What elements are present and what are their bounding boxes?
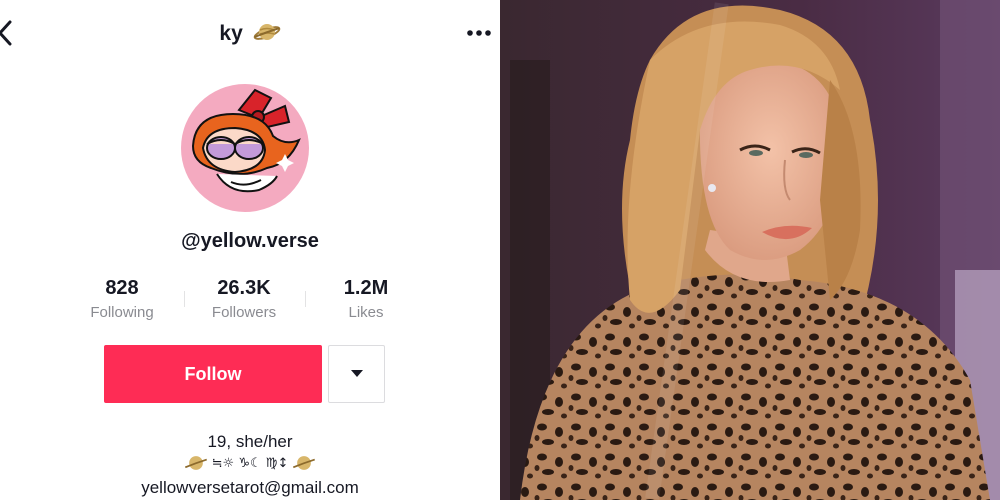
suggested-accounts-button[interactable] bbox=[328, 345, 385, 403]
avatar-image bbox=[181, 84, 309, 212]
caret-down-icon bbox=[350, 370, 363, 377]
stat-value: 828 bbox=[105, 277, 139, 299]
more-options-icon[interactable] bbox=[464, 22, 494, 44]
username: @yellow.verse bbox=[181, 230, 319, 252]
bio-symbols: ≒☼ ♑☾ ♍↕ bbox=[0, 450, 500, 476]
stat-label: Likes bbox=[348, 304, 384, 321]
stat-following[interactable]: 828 Following bbox=[62, 276, 182, 321]
stat-likes[interactable]: 1.2M Likes bbox=[306, 276, 426, 321]
stat-followers[interactable]: 26.3K Followers bbox=[184, 276, 304, 321]
profile-screen: ky @yellow.verse 828 Following 26.3K Fol… bbox=[0, 0, 500, 500]
stat-label: Followers bbox=[211, 304, 277, 321]
bio-symbols-text: ≒☼ ♑☾ ♍↕ bbox=[211, 455, 289, 471]
profile-header: ky bbox=[0, 20, 500, 46]
profile-title: ky bbox=[219, 22, 243, 45]
stat-label: Following bbox=[90, 304, 154, 321]
planet-icon bbox=[184, 456, 207, 470]
bio-email: yellowversetarot@gmail.com bbox=[141, 478, 359, 497]
bio-text: 19, she/her bbox=[207, 432, 293, 451]
follow-button[interactable]: Follow bbox=[104, 345, 322, 403]
portrait-image bbox=[500, 0, 1000, 500]
avatar[interactable] bbox=[181, 84, 309, 212]
portrait-photo bbox=[500, 0, 1000, 500]
stat-value: 1.2M bbox=[343, 277, 389, 299]
planet-icon bbox=[293, 456, 316, 470]
stat-value: 26.3K bbox=[217, 277, 271, 299]
planet-icon bbox=[253, 24, 280, 40]
